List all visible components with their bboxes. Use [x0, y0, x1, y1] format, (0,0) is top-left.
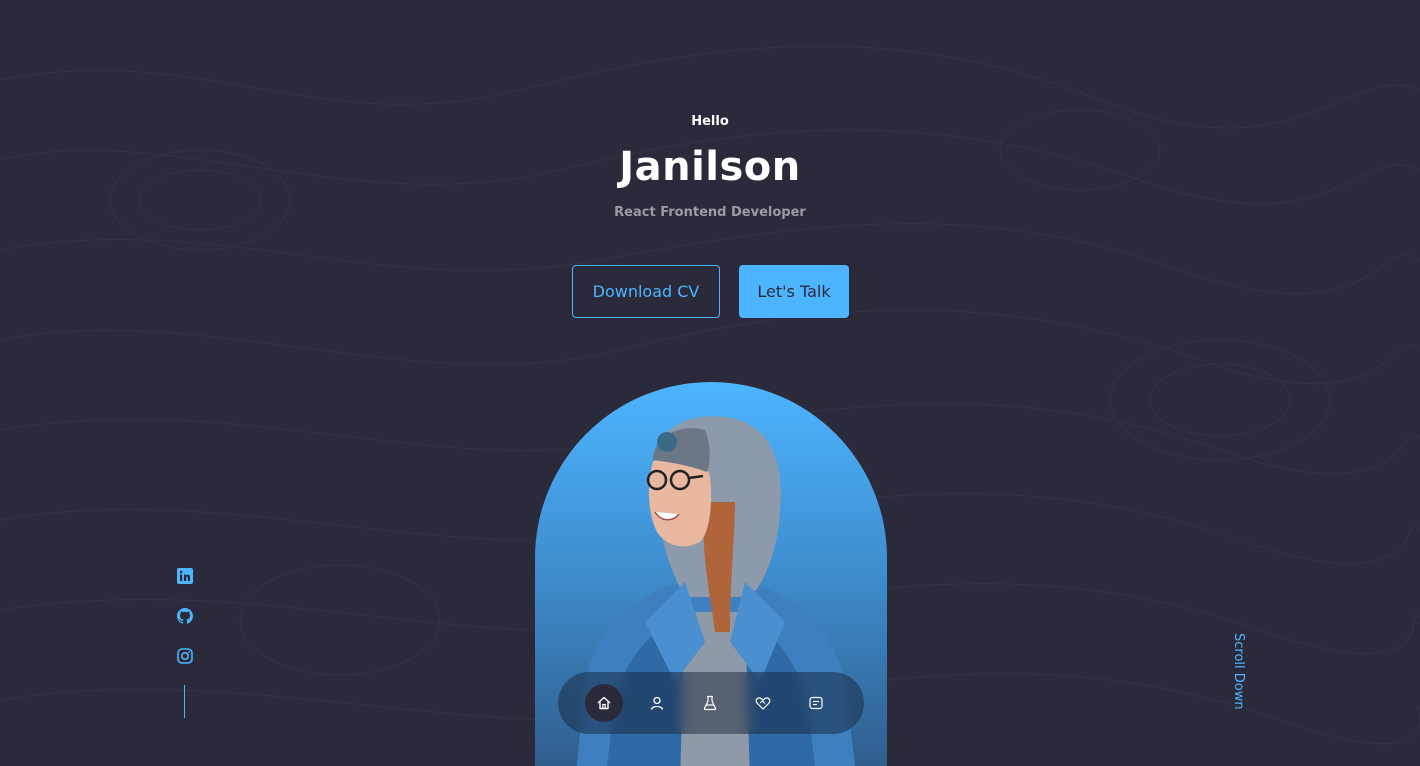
page-title: Janilson: [619, 144, 801, 190]
message-icon: [809, 696, 823, 710]
flask-icon: [703, 695, 717, 711]
nav-contact[interactable]: [797, 684, 835, 722]
nav-services[interactable]: [744, 684, 782, 722]
download-cv-button[interactable]: Download CV: [572, 265, 720, 318]
greeting: Hello: [691, 114, 729, 129]
instagram-icon[interactable]: [176, 647, 194, 665]
role-subtitle: React Frontend Developer: [614, 205, 806, 220]
github-icon[interactable]: [176, 607, 194, 625]
heart-handshake-icon: [755, 697, 771, 710]
social-links: [176, 567, 196, 687]
user-icon: [650, 696, 664, 710]
nav-experience[interactable]: [691, 684, 729, 722]
nav-home[interactable]: [585, 684, 623, 722]
floating-nav: [558, 672, 864, 734]
nav-about[interactable]: [638, 684, 676, 722]
home-icon: [597, 696, 611, 710]
linkedin-icon[interactable]: [176, 567, 194, 585]
lets-talk-button[interactable]: Let's Talk: [739, 265, 849, 318]
scroll-down-link[interactable]: Scroll Down: [1231, 633, 1246, 710]
page: Hello Janilson React Frontend Developer …: [0, 0, 1420, 766]
social-divider-line: [184, 685, 185, 718]
